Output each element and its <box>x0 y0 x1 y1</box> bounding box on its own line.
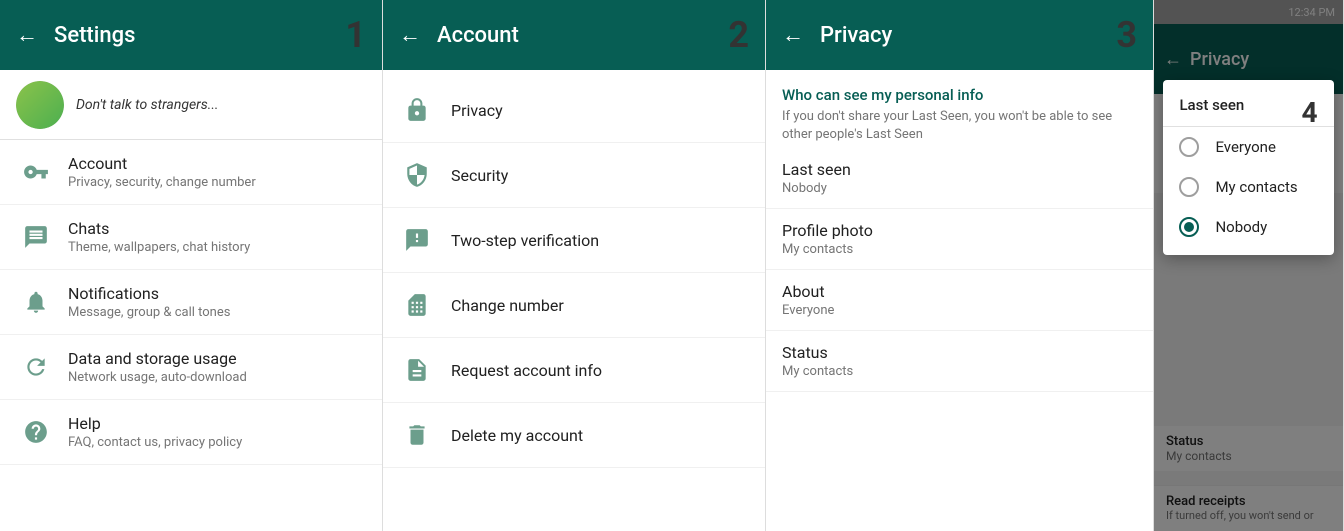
profile-name: Don't talk to strangers... <box>76 97 219 113</box>
doc-icon <box>399 352 435 388</box>
dialog-title: Last seen 4 <box>1163 96 1333 127</box>
privacy-title: Privacy <box>820 23 1108 48</box>
account-num: 2 <box>728 14 749 56</box>
radio-circle-my-contacts <box>1179 177 1199 197</box>
notifications-subtitle: Message, group & call tones <box>68 305 230 320</box>
menu-item-delete-account[interactable]: Delete my account <box>383 403 765 468</box>
last-seen-title: Last seen <box>782 160 1137 179</box>
status-value: My contacts <box>782 364 1137 379</box>
lock-icon <box>399 92 435 128</box>
privacy-panel: ← Privacy 3 Who can see my personal info… <box>766 0 1154 531</box>
privacy-overlay-panel: 12:34 PM ← Privacy Who can see my person… <box>1154 0 1344 531</box>
menu-item-request-info[interactable]: Request account info <box>383 338 765 403</box>
profile-photo-title: Profile photo <box>782 221 1137 240</box>
shield-icon <box>399 157 435 193</box>
menu-item-two-step[interactable]: Two-step verification <box>383 208 765 273</box>
account-title: Account <box>437 23 720 48</box>
privacy-item-about[interactable]: About Everyone <box>766 270 1153 331</box>
settings-panel: ← Settings 1 Don't talk to strangers... … <box>0 0 383 531</box>
key-icon <box>16 152 56 192</box>
radio-inner-nobody <box>1184 222 1194 232</box>
avatar <box>16 81 64 129</box>
privacy-back-arrow[interactable]: ← <box>782 22 804 48</box>
change-number-label: Change number <box>451 296 564 315</box>
chats-subtitle: Theme, wallpapers, chat history <box>68 240 250 255</box>
settings-num: 1 <box>345 14 366 56</box>
dialog-num: 4 <box>1301 96 1317 129</box>
privacy-item-last-seen[interactable]: Last seen Nobody <box>766 148 1153 209</box>
account-subtitle: Privacy, security, change number <box>68 175 256 190</box>
settings-item-chats[interactable]: Chats Theme, wallpapers, chat history <box>0 205 382 270</box>
trash-icon <box>399 417 435 453</box>
radio-label-nobody: Nobody <box>1215 218 1267 236</box>
account-text: Account Privacy, security, change number <box>68 154 256 190</box>
dots-icon <box>399 222 435 258</box>
settings-profile[interactable]: Don't talk to strangers... <box>0 70 382 140</box>
settings-list: Account Privacy, security, change number… <box>0 140 382 531</box>
two-step-label: Two-step verification <box>451 231 599 250</box>
sim-icon <box>399 287 435 323</box>
settings-back-arrow[interactable]: ← <box>16 22 38 48</box>
settings-item-account[interactable]: Account Privacy, security, change number <box>0 140 382 205</box>
security-label: Security <box>451 166 508 185</box>
privacy-list: Last seen Nobody Profile photo My contac… <box>766 148 1153 531</box>
help-subtitle: FAQ, contact us, privacy policy <box>68 435 242 450</box>
menu-item-security[interactable]: Security <box>383 143 765 208</box>
help-title: Help <box>68 414 242 433</box>
menu-item-change-number[interactable]: Change number <box>383 273 765 338</box>
menu-item-privacy[interactable]: Privacy <box>383 78 765 143</box>
radio-label-my-contacts: My contacts <box>1215 178 1297 196</box>
bell-icon <box>16 282 56 322</box>
help-text: Help FAQ, contact us, privacy policy <box>68 414 242 450</box>
privacy-section-desc: If you don't share your Last Seen, you w… <box>782 108 1137 144</box>
delete-account-label: Delete my account <box>451 426 583 445</box>
privacy-item-profile-photo[interactable]: Profile photo My contacts <box>766 209 1153 270</box>
radio-circle-nobody <box>1179 217 1199 237</box>
settings-title: Settings <box>54 23 337 48</box>
refresh-icon <box>16 347 56 387</box>
privacy-header: ← Privacy 3 <box>766 0 1153 70</box>
radio-item-my-contacts[interactable]: My contacts <box>1163 167 1333 207</box>
data-text: Data and storage usage Network usage, au… <box>68 349 247 385</box>
account-title: Account <box>68 154 256 173</box>
last-seen-value: Nobody <box>782 181 1137 196</box>
settings-item-data[interactable]: Data and storage usage Network usage, au… <box>0 335 382 400</box>
privacy-num: 3 <box>1116 14 1137 56</box>
data-title: Data and storage usage <box>68 349 247 368</box>
privacy-section-header: Who can see my personal info If you don'… <box>766 70 1153 148</box>
help-icon <box>16 412 56 452</box>
privacy-section-title: Who can see my personal info <box>782 86 1137 104</box>
radio-label-everyone: Everyone <box>1215 138 1275 156</box>
notifications-title: Notifications <box>68 284 230 303</box>
last-seen-dialog: Last seen 4 Everyone My contacts Nobody <box>1163 80 1333 255</box>
settings-item-help[interactable]: Help FAQ, contact us, privacy policy <box>0 400 382 465</box>
about-value: Everyone <box>782 303 1137 318</box>
radio-item-nobody[interactable]: Nobody <box>1163 207 1333 247</box>
chat-icon <box>16 217 56 257</box>
radio-circle-everyone <box>1179 137 1199 157</box>
privacy-label: Privacy <box>451 101 503 120</box>
chats-title: Chats <box>68 219 250 238</box>
chats-text: Chats Theme, wallpapers, chat history <box>68 219 250 255</box>
data-subtitle: Network usage, auto-download <box>68 370 247 385</box>
account-menu-list: Privacy Security Two-step verification C… <box>383 70 765 531</box>
dialog-overlay: Last seen 4 Everyone My contacts Nobody <box>1154 0 1343 531</box>
settings-item-notifications[interactable]: Notifications Message, group & call tone… <box>0 270 382 335</box>
radio-item-everyone[interactable]: Everyone <box>1163 127 1301 167</box>
privacy-item-status[interactable]: Status My contacts <box>766 331 1153 392</box>
profile-photo-value: My contacts <box>782 242 1137 257</box>
account-header: ← Account 2 <box>383 0 765 70</box>
notifications-text: Notifications Message, group & call tone… <box>68 284 230 320</box>
status-title: Status <box>782 343 1137 362</box>
account-panel: ← Account 2 Privacy Security Two-step ve… <box>383 0 766 531</box>
account-back-arrow[interactable]: ← <box>399 22 421 48</box>
about-title: About <box>782 282 1137 301</box>
settings-header: ← Settings 1 <box>0 0 382 70</box>
request-info-label: Request account info <box>451 361 602 380</box>
